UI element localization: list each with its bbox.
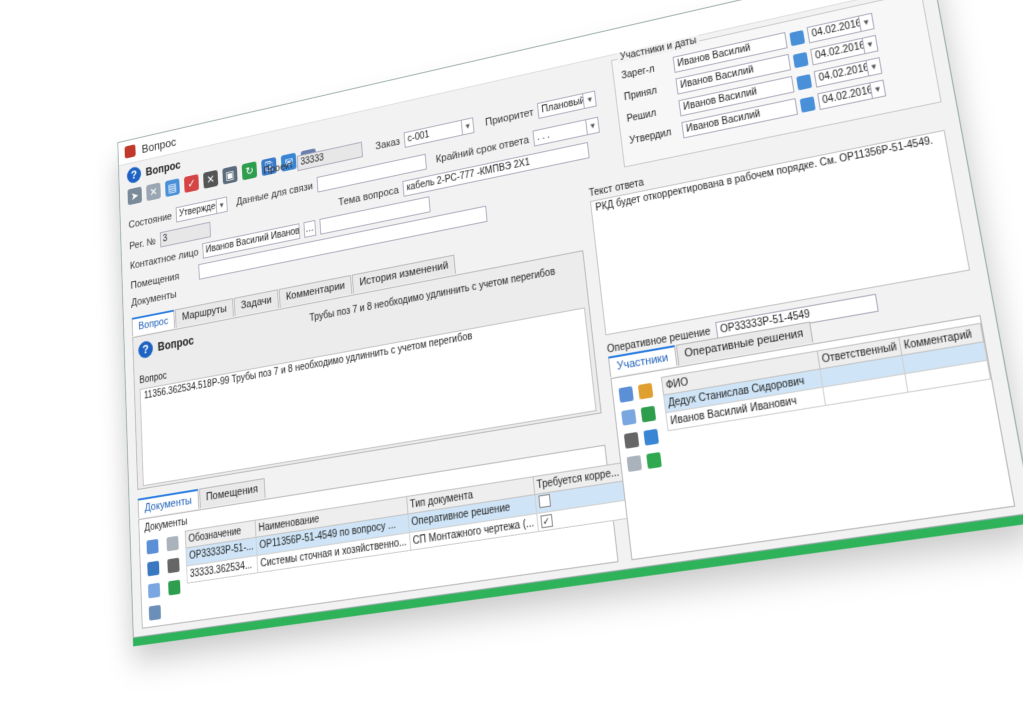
participant-date-value: 04.02.2016 [814,40,865,62]
documents-grid-title: Документы [144,516,188,535]
minimize-button[interactable]: — [806,0,843,6]
participant-date-value: 04.02.2016 [821,84,872,107]
delete-icon[interactable]: ✕ [146,182,161,202]
user-picker-icon[interactable] [799,95,816,113]
documents-actions [146,538,162,621]
reg-no-label: Рег. № [129,235,157,252]
state-value: Утвержден [178,200,217,220]
delete-icon[interactable] [626,455,643,473]
trash-icon[interactable] [623,431,640,449]
participants-actions-2 [637,382,662,470]
user-picker-icon[interactable] [796,73,813,90]
chevron-down-icon: ▼ [460,118,474,135]
approve-icon[interactable]: ✓ [183,173,200,194]
participant-role-label: Принял [623,85,658,104]
cancel-icon[interactable]: ✕ [203,169,219,189]
trash-icon[interactable] [167,557,180,574]
app-icon [124,144,136,159]
refresh-icon[interactable] [168,579,181,596]
stage: Вопрос — ▢ ✕ ? Вопрос ➤ ✕ ▤ ✓ ✕ ▣ ↻ ⎘ ✉ … [0,0,1023,704]
order-value: c-001 [407,129,430,145]
user-picker-icon[interactable] [792,51,809,68]
participant-role-label: Зарег-л [620,64,656,82]
participant-role-label: Утвердил [628,127,672,147]
question-header-title: Вопрос [157,333,195,354]
chevron-down-icon: ▼ [585,117,600,135]
chevron-down-icon: ▼ [858,13,874,32]
participant-role-label: Решил [626,108,657,125]
priority-value: Плановый [541,95,585,116]
open-document-icon[interactable] [147,582,161,599]
send-icon[interactable]: ➤ [127,186,143,206]
user-picker-icon[interactable] [789,29,806,46]
chevron-down-icon: ▼ [582,91,597,109]
project-label: Проект [263,159,294,177]
refresh-icon[interactable]: ↻ [241,161,258,181]
question-circle-icon: ? [126,165,142,185]
window-title: Вопрос [141,134,177,156]
filter-icon[interactable] [643,428,660,446]
document-icon[interactable] [621,408,637,426]
add-user-icon[interactable] [618,386,634,403]
form-title: Вопрос [145,158,181,179]
chevron-down-icon: ▼ [865,58,882,76]
question-window: Вопрос — ▢ ✕ ? Вопрос ➤ ✕ ▤ ✓ ✕ ▣ ↻ ⎘ ✉ … [117,0,1023,639]
chevron-down-icon: ▼ [869,80,886,99]
save-icon[interactable]: ▣ [222,165,238,185]
deadline-value: . . . [536,129,551,143]
checkbox[interactable]: ✓ [539,513,553,529]
checkbox[interactable] [537,493,551,509]
priority-label: Приоритет [484,106,535,129]
order-label: Заказ [374,135,401,152]
participant-date-value: 04.02.2016 [818,62,869,84]
chevron-down-icon: ▼ [861,35,878,54]
participant-date-value: 04.02.2016 [810,18,861,40]
user-group-icon[interactable] [637,382,654,400]
refresh-icon[interactable] [640,405,657,423]
document-icon[interactable]: ▤ [165,178,180,198]
state-label: Состояние [128,210,173,231]
deadline-select[interactable]: . . . ▼ [532,116,601,147]
participants-actions [618,386,643,473]
order-select[interactable]: c-001 ▼ [403,117,475,148]
attach-document-icon[interactable] [147,560,160,577]
ellipsis-button[interactable]: … [303,219,317,238]
chevron-down-icon: ▼ [215,197,227,214]
question-circle-icon: ? [138,339,154,360]
edit-document-icon[interactable] [148,604,162,621]
priority-select[interactable]: Плановый ▼ [537,90,598,119]
filter-add-icon[interactable] [646,451,662,470]
new-document-icon[interactable] [146,538,159,555]
question-header: ? Вопрос [138,332,195,360]
documents-actions-2 [166,535,181,596]
delete-icon[interactable] [166,535,179,552]
